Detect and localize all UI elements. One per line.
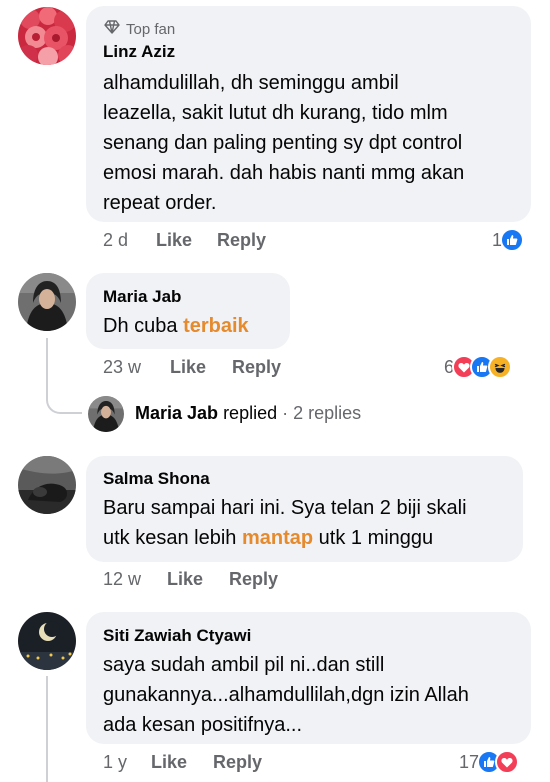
reply-avatar[interactable] bbox=[88, 396, 124, 432]
comment-time[interactable]: 23 w bbox=[103, 357, 141, 378]
reaction-summary[interactable]: 17 bbox=[459, 750, 520, 774]
comment-time[interactable]: 12 w bbox=[103, 569, 141, 590]
avatar[interactable] bbox=[18, 456, 76, 514]
like-button[interactable]: Like bbox=[167, 569, 203, 590]
thread-connector-curve bbox=[46, 376, 82, 414]
comment-text: Baru sampai hari ini. Sya telan 2 biji s… bbox=[103, 493, 467, 553]
comment-line: leazella, sakit lutut dh kurang, tido ml… bbox=[103, 102, 448, 124]
comment-line: gunakannya...alhamdullilah,dgn izin Alla… bbox=[103, 684, 469, 706]
comment-line: utk kesan lebih mantap utk 1 minggu bbox=[103, 523, 467, 553]
comment-text-plain: utk kesan lebih bbox=[103, 527, 242, 549]
like-button[interactable]: Like bbox=[170, 357, 206, 378]
comment-line: Baru sampai hari ini. Sya telan 2 biji s… bbox=[103, 497, 467, 519]
replied-label: replied bbox=[223, 403, 278, 423]
diamond-icon bbox=[104, 20, 120, 38]
comment-author[interactable]: Siti Zawiah Ctyawi bbox=[103, 626, 251, 646]
comment-line: saya sudah ambil pil ni..dan still bbox=[103, 654, 385, 676]
badge-label: Top fan bbox=[126, 20, 176, 38]
comment-text-plain: utk 1 minggu bbox=[313, 527, 434, 549]
reaction-count: 17 bbox=[459, 751, 480, 772]
comment-time[interactable]: 1 y bbox=[103, 752, 127, 773]
reply-author[interactable]: Maria Jab bbox=[135, 403, 218, 423]
replies-count: · 2 replies bbox=[282, 403, 362, 423]
top-fan-badge: Top fan bbox=[104, 20, 175, 38]
reply-button[interactable]: Reply bbox=[217, 230, 266, 251]
avatar[interactable] bbox=[18, 612, 76, 670]
haha-reaction-icon bbox=[488, 355, 513, 379]
comment-text: alhamdulillah, dh seminggu ambil leazell… bbox=[103, 68, 523, 218]
reaction-summary[interactable]: 1 bbox=[492, 228, 525, 252]
comment-author[interactable]: Linz Aziz bbox=[103, 42, 175, 62]
comment-time[interactable]: 2 d bbox=[103, 230, 128, 251]
avatar[interactable] bbox=[18, 7, 76, 65]
comment-line: repeat order. bbox=[103, 192, 217, 214]
comment-text: Dh cuba terbaik bbox=[103, 311, 249, 341]
highlight-keyword[interactable]: terbaik bbox=[183, 315, 249, 337]
comment-text-plain: Dh cuba bbox=[103, 315, 184, 337]
comment-author[interactable]: Maria Jab bbox=[103, 287, 181, 307]
love-reaction-icon bbox=[495, 750, 520, 774]
comment-author[interactable]: Salma Shona bbox=[103, 469, 210, 489]
like-button[interactable]: Like bbox=[156, 230, 192, 251]
comment-text: saya sudah ambil pil ni..dan still gunak… bbox=[103, 650, 469, 740]
reply-button[interactable]: Reply bbox=[213, 752, 262, 773]
comment-line: senang dan paling penting sy dpt control bbox=[103, 132, 463, 154]
reply-button[interactable]: Reply bbox=[232, 357, 281, 378]
view-replies-link[interactable]: Maria Jab replied · 2 replies bbox=[135, 403, 361, 424]
reaction-summary[interactable]: 6 bbox=[444, 355, 513, 379]
comment-line: emosi marah. dah habis nanti mmg akan bbox=[103, 162, 465, 184]
reply-button[interactable]: Reply bbox=[229, 569, 278, 590]
highlight-keyword[interactable]: mantap bbox=[242, 527, 313, 549]
like-reaction-icon bbox=[500, 228, 525, 252]
thread-connector bbox=[46, 338, 48, 378]
comment-line: ada kesan positifnya... bbox=[103, 714, 303, 736]
thread-connector bbox=[46, 676, 48, 782]
comment-line: alhamdulillah, dh seminggu ambil bbox=[103, 72, 399, 94]
like-button[interactable]: Like bbox=[151, 752, 187, 773]
avatar[interactable] bbox=[18, 273, 76, 331]
